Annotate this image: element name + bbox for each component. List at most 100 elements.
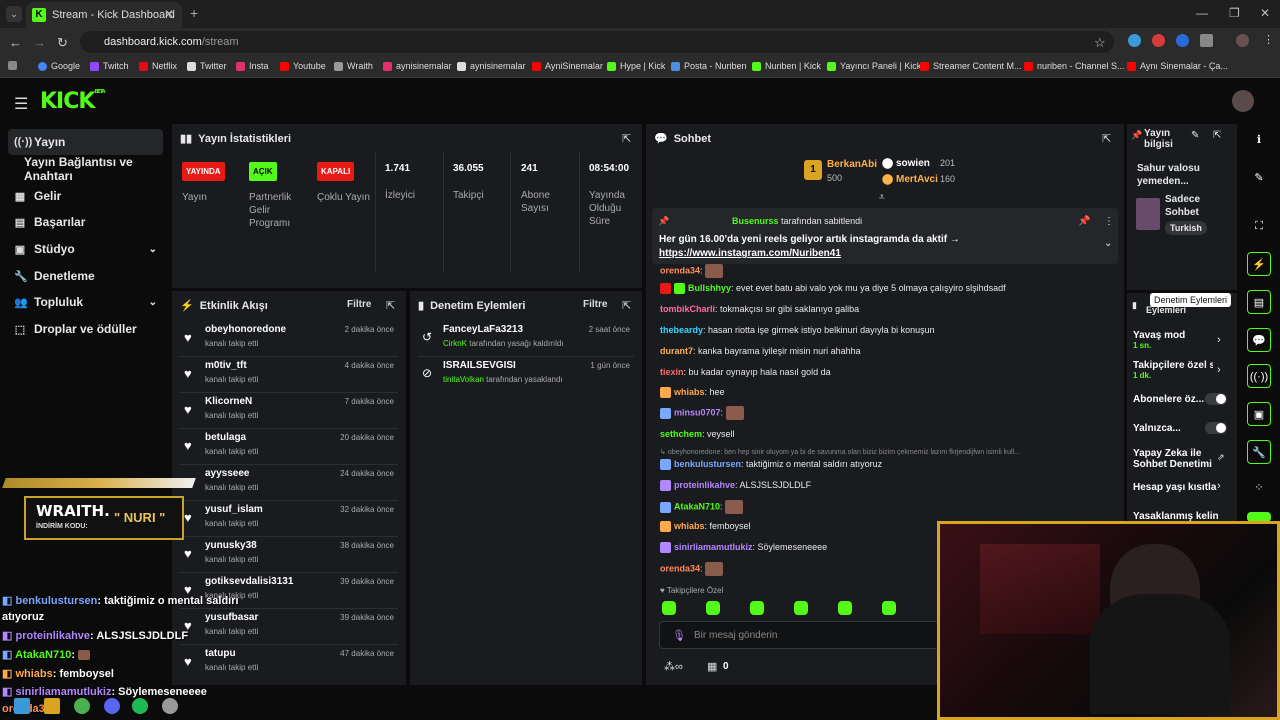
url-bar[interactable]: dashboard.kick.com/stream xyxy=(80,31,1114,53)
chat-icon[interactable]: 💬 xyxy=(1247,328,1271,352)
discord-icon[interactable] xyxy=(104,698,120,714)
bookmark-star-icon[interactable]: ☆ xyxy=(1094,35,1106,51)
browser-tab[interactable]: K Stream - Kick Dashboard ✕ xyxy=(26,2,182,28)
sidebar-item-community[interactable]: 👥 Topluluk ⌄ xyxy=(8,289,163,315)
bookmark-item[interactable]: Twitch xyxy=(90,61,129,71)
expand-icon[interactable]: ⇱ xyxy=(1102,132,1111,145)
sidebar-item-achievements[interactable]: ▤ Başarılar xyxy=(8,209,163,235)
sidebar-item-stream[interactable]: ((·)) Yayın xyxy=(8,129,163,155)
kicks-icon[interactable]: ▦ xyxy=(707,660,717,673)
emote-icon[interactable] xyxy=(794,601,808,615)
chat-input[interactable]: 🎙 Bir mesaj gönderin xyxy=(659,621,939,649)
chat-message: whiabs: hee xyxy=(660,387,725,399)
sponsor-box: WRAITH. İNDİRİM KODU: " NURI " xyxy=(24,496,184,540)
forward-icon[interactable]: → xyxy=(33,35,46,50)
stream-stats-panel: ▮▮ Yayın İstatistikleri ⇱ YAYINDA Yayın AÇ… xyxy=(172,124,642,288)
minimize-icon[interactable]: — xyxy=(1196,6,1208,20)
chevron-right-icon[interactable]: › xyxy=(1217,334,1221,346)
kick-logo[interactable]: KICKBETA xyxy=(40,89,106,114)
more-options-icon[interactable]: ⋮ xyxy=(1104,216,1114,227)
bookmark-item[interactable]: Insta xyxy=(236,61,269,71)
pinned-link[interactable]: https://www.instagram.com/Nuriben41 xyxy=(659,248,841,259)
bookmark-item[interactable]: Wraith xyxy=(334,61,373,71)
profile-avatar-icon[interactable] xyxy=(1236,34,1249,47)
slow-mode-setting[interactable]: Yavaş mod 1 sn. xyxy=(1133,330,1185,350)
fullscreen-icon[interactable]: ⛶ xyxy=(1247,214,1271,238)
emote-icon[interactable] xyxy=(838,601,852,615)
chat-message: orenda34: xyxy=(660,264,724,278)
chevron-down-icon[interactable]: ⌄ xyxy=(1104,238,1112,249)
bookmark-item[interactable]: aynisinemalar xyxy=(457,61,526,71)
close-tab-icon[interactable]: ✕ xyxy=(164,7,174,21)
emote-icon[interactable] xyxy=(750,601,764,615)
wrench-icon[interactable]: 🔧 xyxy=(1247,440,1271,464)
apps-icon[interactable] xyxy=(8,61,17,70)
filter-button[interactable]: Filtre xyxy=(583,299,607,310)
edit-icon[interactable]: ✎ xyxy=(1247,166,1271,190)
browser-menu-icon[interactable]: ⋮ xyxy=(1262,34,1275,47)
panel-icon[interactable]: ▣ xyxy=(1247,402,1271,426)
info-icon[interactable]: ℹ xyxy=(1247,128,1271,152)
maximize-icon[interactable]: ❐ xyxy=(1229,6,1240,20)
extension-icon[interactable] xyxy=(1176,34,1189,47)
expand-icon[interactable]: ⇱ xyxy=(386,299,395,312)
chrome-icon[interactable] xyxy=(74,698,90,714)
extension-icon[interactable] xyxy=(1152,34,1165,47)
tab-search-icon[interactable]: ⌄ xyxy=(6,6,22,22)
sidebar-item-revenue[interactable]: ▦ Gelir xyxy=(8,183,163,209)
bookmark-item[interactable]: AyniSinemalar xyxy=(532,61,603,71)
more-icon[interactable]: ⁘ xyxy=(1247,476,1271,500)
bolt-icon[interactable]: ⚡ xyxy=(1247,252,1271,276)
sidebar-item-drops[interactable]: ⬚ Droplar ve ödüller xyxy=(8,316,163,342)
bookmark-item[interactable]: Posta - Nuriben xyxy=(671,61,747,71)
subscribers-only-toggle[interactable] xyxy=(1205,393,1227,405)
emote-icon[interactable] xyxy=(882,601,896,615)
close-window-icon[interactable]: ✕ xyxy=(1260,6,1270,20)
ai-moderation-setting[interactable]: Yapay Zeka ile Sohbet Denetimi xyxy=(1133,448,1213,470)
sidebar-item-studio[interactable]: ▣ Stüdyo ⌄ xyxy=(8,236,163,262)
sidebar-item-moderation[interactable]: 🔧 Denetleme xyxy=(8,263,163,289)
bookmark-item[interactable]: Netflix xyxy=(139,61,177,71)
extensions-puzzle-icon[interactable] xyxy=(1200,34,1213,47)
windows-start-icon[interactable] xyxy=(14,698,30,714)
collapse-leaderboard-icon[interactable]: ⩡ xyxy=(879,192,885,203)
chevron-right-icon[interactable]: › xyxy=(1217,364,1221,376)
moderation-log-icon[interactable]: ▤ xyxy=(1247,290,1271,314)
user-avatar[interactable] xyxy=(1232,90,1254,112)
bookmark-item[interactable]: aynisinemalar xyxy=(383,61,452,71)
expand-icon[interactable]: ⇱ xyxy=(1213,130,1221,141)
infinity-icon[interactable]: ⁂∞ xyxy=(664,660,683,673)
filter-button[interactable]: Filtre xyxy=(347,299,371,310)
external-link-icon[interactable]: ⇗ xyxy=(1217,452,1225,463)
unpin-icon[interactable]: 📌 xyxy=(1078,216,1090,227)
followers-only-setting[interactable]: Takipçilere özel s1 dk. xyxy=(1133,360,1213,380)
bookmark-item[interactable]: Google xyxy=(38,61,80,71)
bookmark-item[interactable]: Hype | Kick xyxy=(607,61,665,71)
obs-icon[interactable] xyxy=(162,698,178,714)
sidebar-item-stream-key[interactable]: Yayın Bağlantısı ve Anahtarı xyxy=(8,155,163,183)
back-icon[interactable]: ← xyxy=(9,35,22,50)
expand-icon[interactable]: ⇱ xyxy=(622,299,631,312)
expand-icon[interactable]: ⇱ xyxy=(622,132,631,145)
bookmark-item[interactable]: Youtube xyxy=(280,61,326,71)
emote-icon[interactable] xyxy=(706,601,720,615)
bookmark-item[interactable]: Twitter xyxy=(187,61,227,71)
spotify-icon[interactable] xyxy=(132,698,148,714)
bookmark-item[interactable]: Yayıncı Paneli | Kick xyxy=(827,61,921,71)
microphone-icon[interactable]: 🎙 xyxy=(672,629,686,642)
emote-icon[interactable] xyxy=(662,601,676,615)
edit-icon[interactable]: ✎ xyxy=(1191,130,1199,141)
new-tab-icon[interactable]: + xyxy=(190,5,198,21)
bookmark-item[interactable]: Aynı Sinemalar - Ça... xyxy=(1127,61,1228,71)
chevron-right-icon[interactable]: › xyxy=(1217,480,1221,492)
emotes-only-toggle[interactable] xyxy=(1205,422,1227,434)
broadcast-icon[interactable]: ((·)) xyxy=(1247,364,1271,388)
file-explorer-icon[interactable] xyxy=(44,698,60,714)
bookmark-item[interactable]: nuriben - Channel S... xyxy=(1024,61,1125,71)
bookmark-item[interactable]: Nuriben | Kick xyxy=(752,61,821,71)
bookmark-item[interactable]: Streamer Content M... xyxy=(920,61,1022,71)
account-age-setting[interactable]: Hesap yaşı kısıtla xyxy=(1133,482,1216,493)
extension-icon[interactable] xyxy=(1128,34,1141,47)
menu-icon[interactable]: ☰ xyxy=(14,94,28,114)
reload-icon[interactable]: ↻ xyxy=(57,35,68,51)
